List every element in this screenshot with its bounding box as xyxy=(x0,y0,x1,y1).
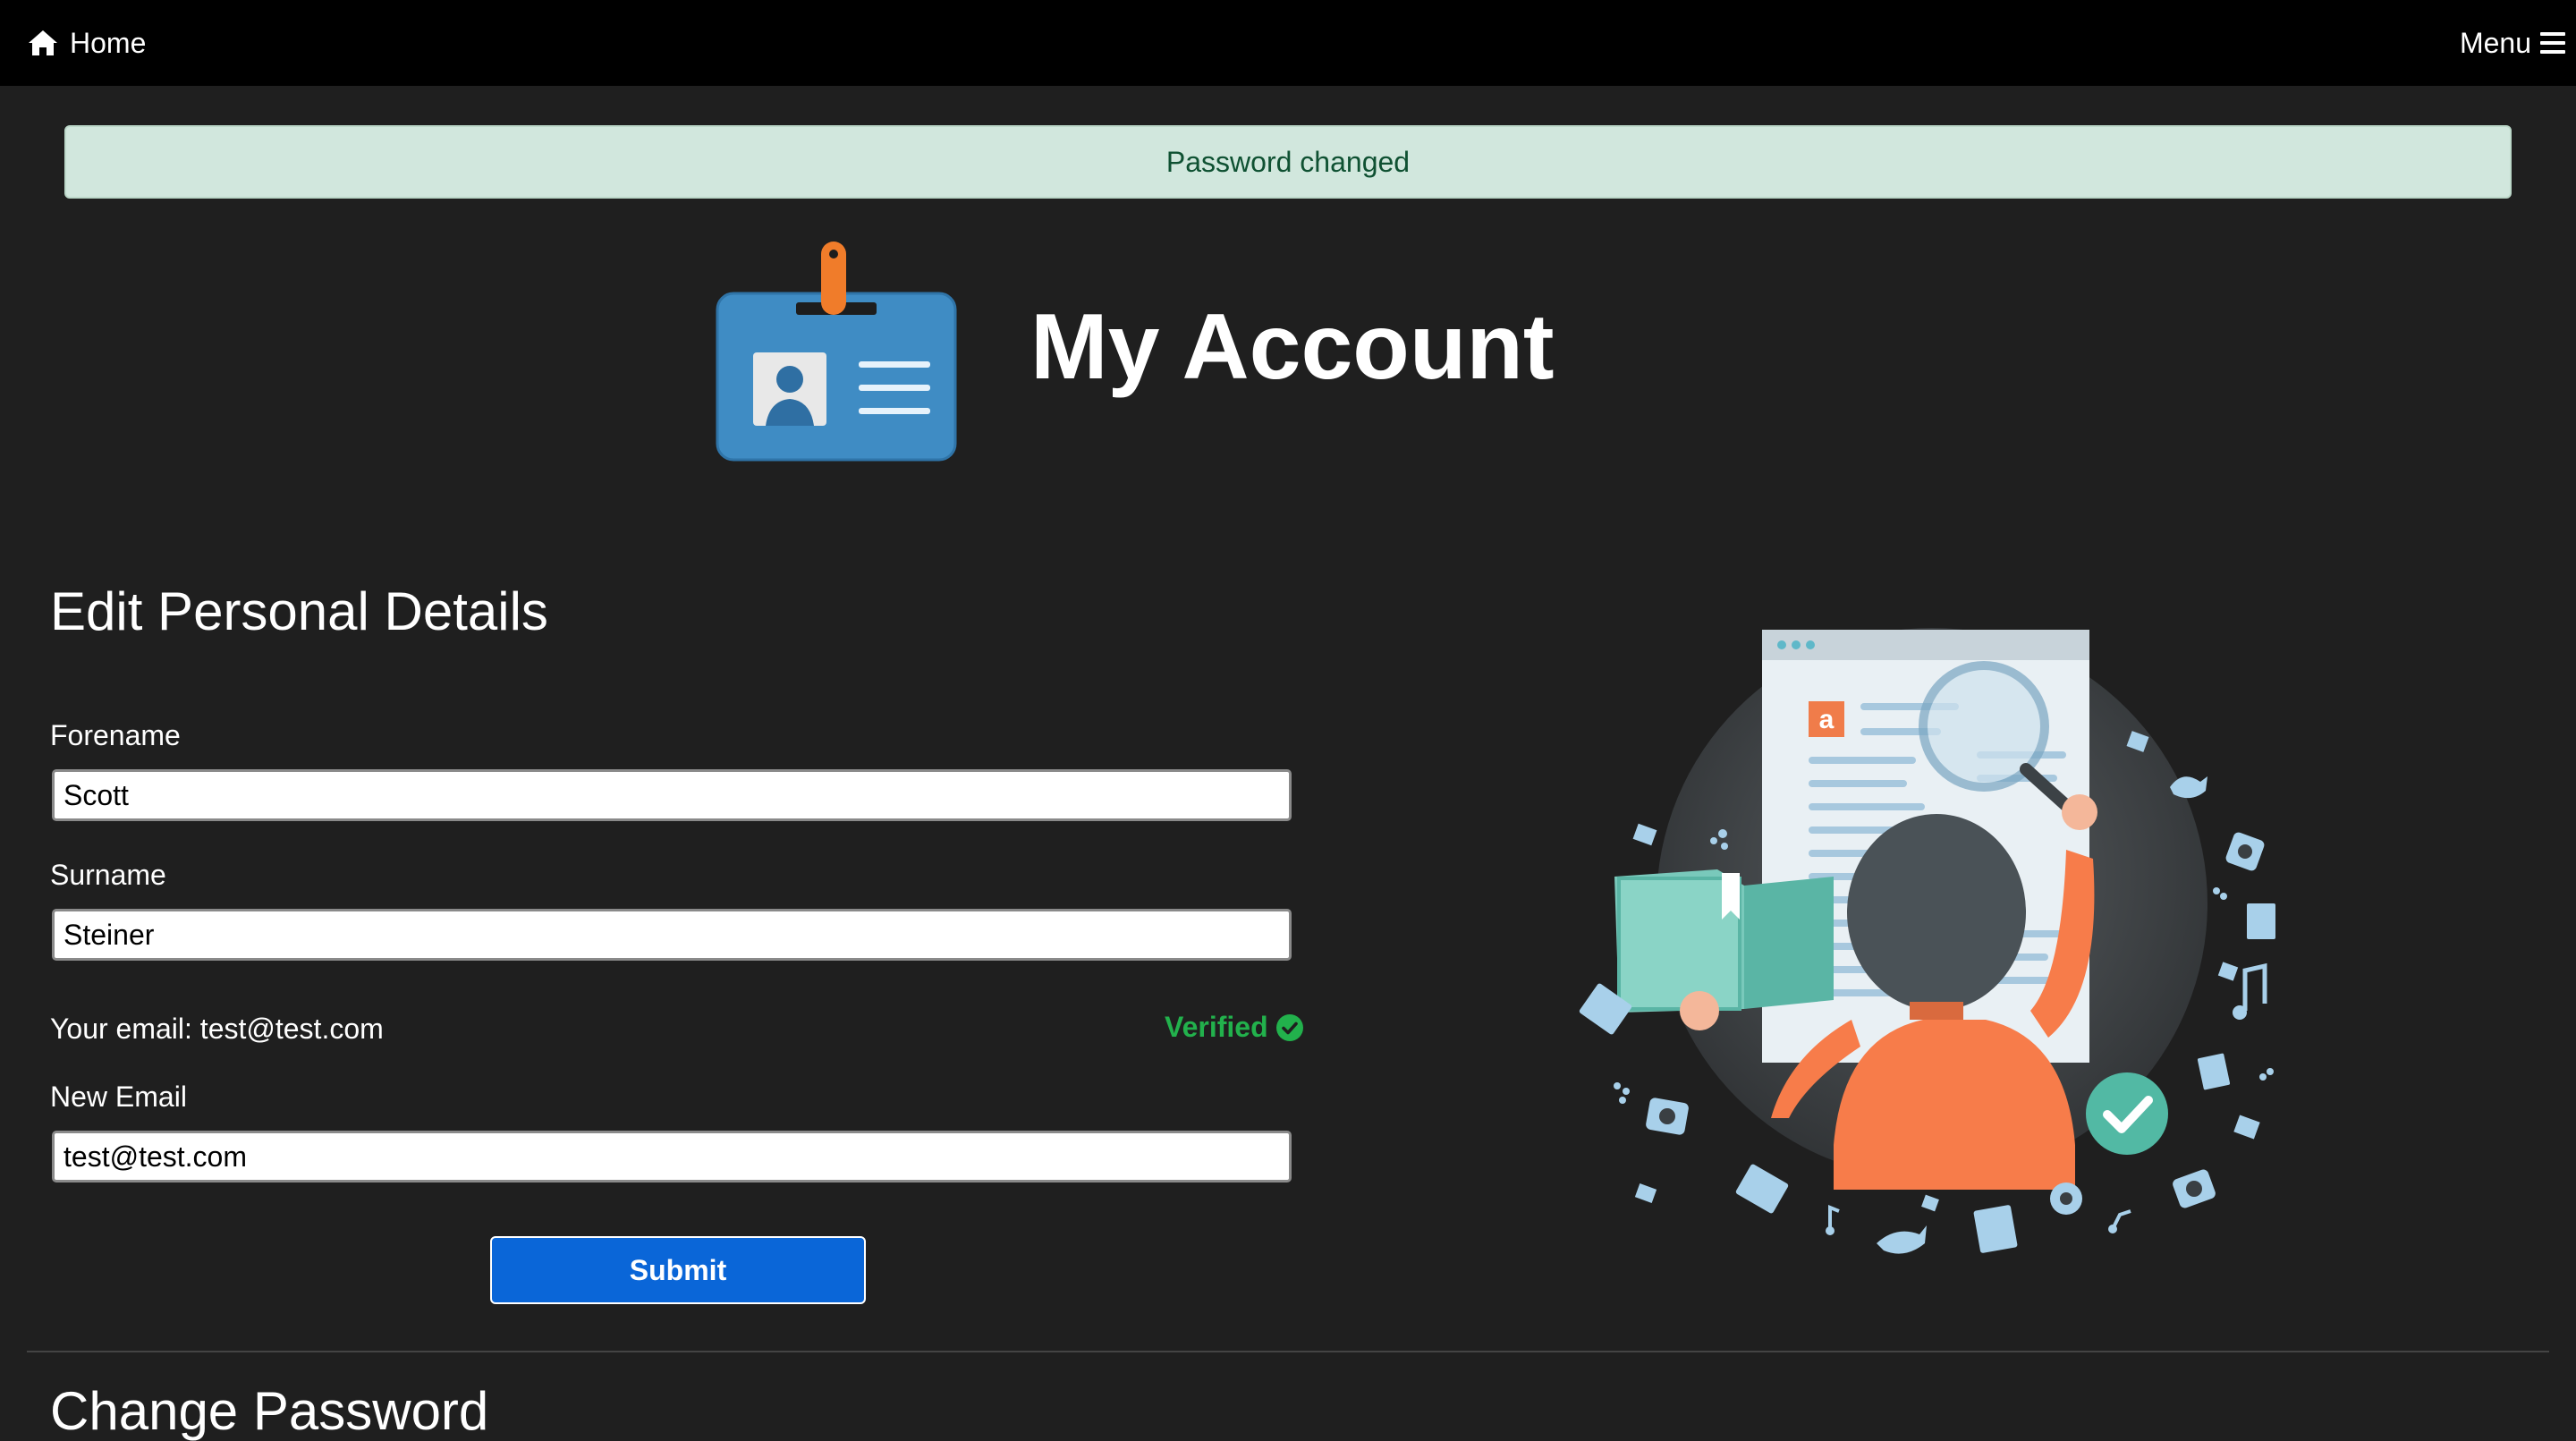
forename-label: Forename xyxy=(50,719,181,751)
verified-label: Verified xyxy=(1165,1011,1268,1043)
success-alert: Password changed xyxy=(64,125,2512,199)
current-email-text: Your email: test@test.com xyxy=(50,1013,384,1045)
surname-input[interactable] xyxy=(52,909,1292,961)
surname-label: Surname xyxy=(50,859,166,891)
check-circle-icon xyxy=(1275,1013,1303,1041)
submit-button[interactable]: Submit xyxy=(490,1236,866,1304)
account-illustration: a xyxy=(1565,617,2299,1284)
person-reading-document-illustration: a xyxy=(1579,628,2275,1254)
section-title-personal-details: Edit Personal Details xyxy=(50,581,548,641)
alert-message: Password changed xyxy=(1165,145,1411,178)
id-badge-icon xyxy=(716,242,957,462)
hamburger-menu-icon xyxy=(2540,32,2565,54)
home-label: Home xyxy=(70,26,147,59)
forename-input[interactable] xyxy=(52,769,1292,821)
page-title: My Account xyxy=(1030,295,1555,399)
new-email-input[interactable] xyxy=(52,1131,1292,1182)
top-navbar: Home Menu xyxy=(0,0,2576,86)
account-badge-image xyxy=(716,238,959,468)
svg-text:a: a xyxy=(1819,705,1835,734)
section-divider xyxy=(27,1351,2549,1352)
new-email-label: New Email xyxy=(50,1081,187,1113)
menu-label: Menu xyxy=(2459,26,2531,59)
home-link[interactable]: Home xyxy=(27,0,146,86)
verified-status: Verified xyxy=(1165,1011,1304,1044)
menu-button[interactable]: Menu xyxy=(2460,0,2565,86)
home-icon xyxy=(29,30,57,55)
section-title-change-password: Change Password xyxy=(50,1381,489,1441)
